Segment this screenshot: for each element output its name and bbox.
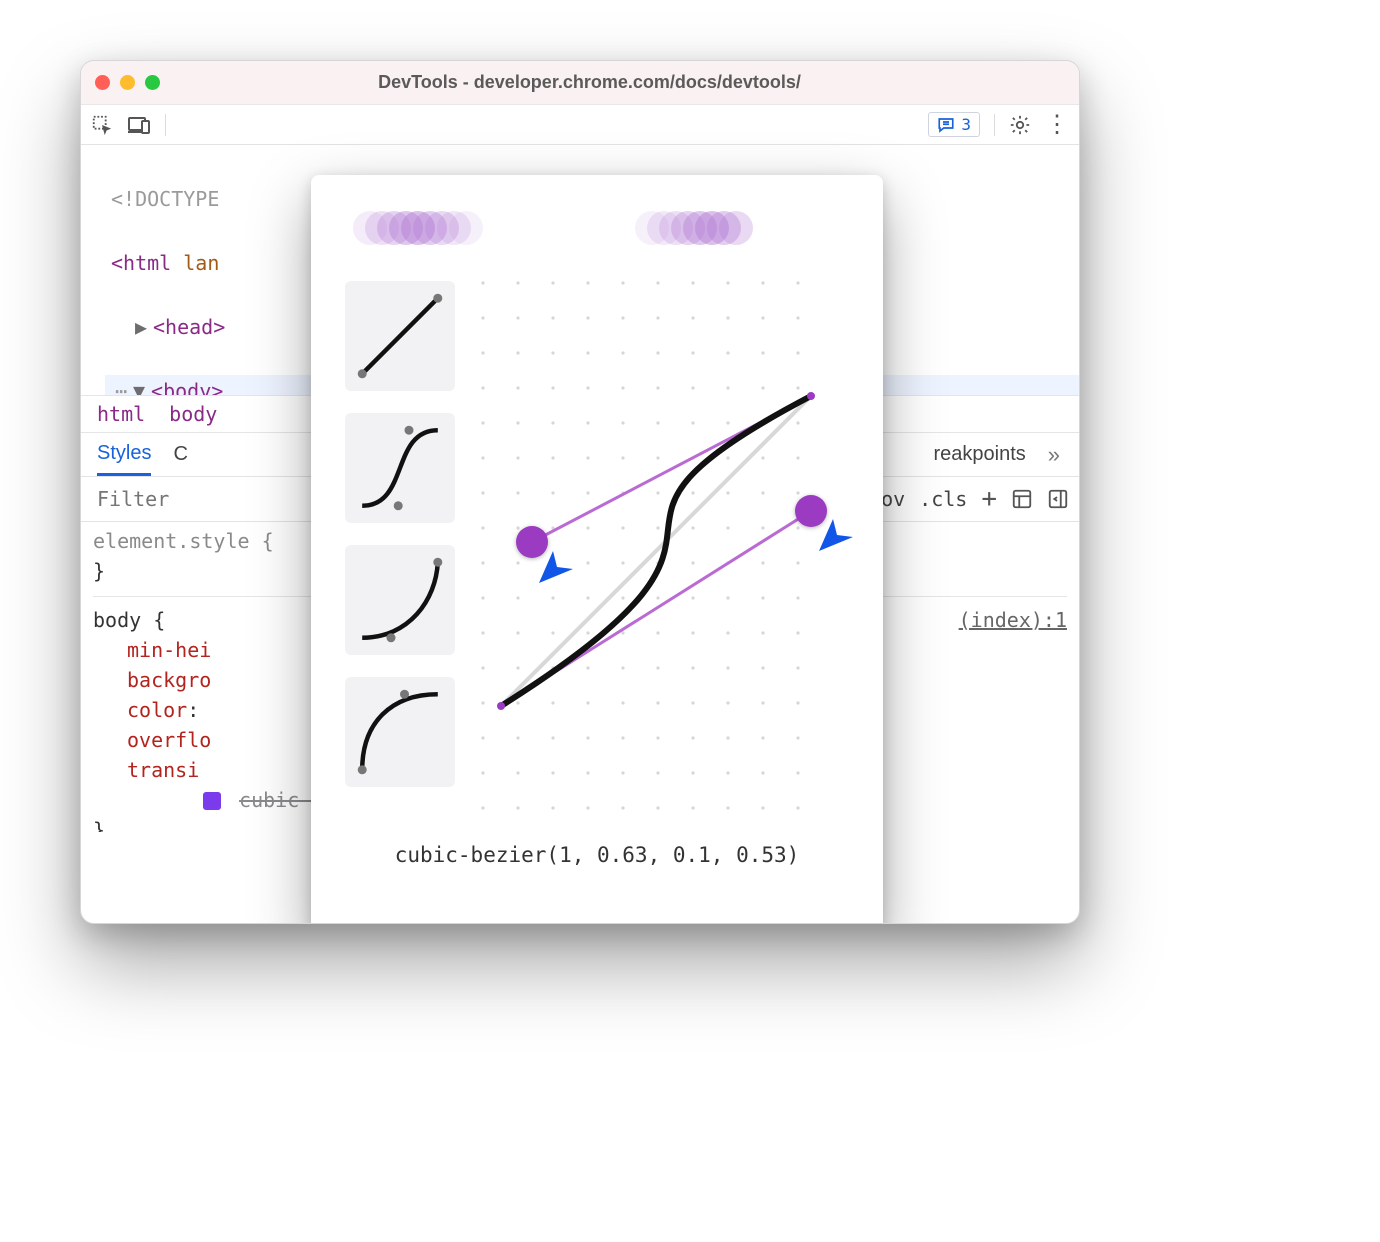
tab-breakpoints[interactable]: reakpoints: [933, 435, 1025, 474]
collapse-icon[interactable]: ▼: [133, 375, 151, 395]
toolbar-divider: [994, 114, 995, 136]
preset-ease-out[interactable]: [345, 677, 455, 787]
source-link[interactable]: (index):1: [959, 605, 1067, 635]
bezier-swatch-icon[interactable]: [203, 792, 221, 810]
titlebar: DevTools - developer.chrome.com/docs/dev…: [81, 61, 1079, 105]
toolbar-divider: [165, 114, 166, 136]
bezier-editor-popover: cubic-bezier(1, 0.63, 0.1, 0.53): [311, 175, 883, 924]
crumb-body[interactable]: body: [169, 402, 217, 426]
inspect-icon[interactable]: [91, 114, 113, 136]
dom-node[interactable]: <body>: [151, 379, 223, 395]
issues-counter[interactable]: 3: [928, 112, 980, 137]
computed-toggle-icon[interactable]: [1011, 488, 1033, 510]
preset-linear[interactable]: [345, 281, 455, 391]
tab-styles[interactable]: Styles: [97, 434, 151, 476]
kebab-icon[interactable]: ⋮: [1045, 110, 1069, 139]
css-prop[interactable]: backgro: [127, 668, 211, 692]
devtools-window: DevTools - developer.chrome.com/docs/dev…: [80, 60, 1080, 924]
window-title: DevTools - developer.chrome.com/docs/dev…: [114, 72, 1065, 93]
cls-button[interactable]: .cls: [919, 487, 967, 511]
preset-ease-in-out[interactable]: [345, 413, 455, 523]
dom-node[interactable]: <!DOCTYPE: [111, 187, 219, 211]
new-rule-icon[interactable]: +: [981, 484, 997, 514]
bezier-presets: [345, 281, 455, 821]
gear-icon[interactable]: [1009, 114, 1031, 136]
close-window-button[interactable]: [95, 75, 110, 90]
rule-selector[interactable]: body: [93, 608, 141, 632]
dom-node[interactable]: <html: [111, 251, 171, 275]
message-icon: [937, 116, 955, 134]
easing-preview: [345, 205, 849, 255]
sidebar-toggle-icon[interactable]: [1047, 488, 1069, 510]
pointer-icon: [535, 547, 575, 587]
css-prop[interactable]: overflo: [127, 728, 211, 752]
tab-computed[interactable]: C: [173, 435, 187, 474]
bezier-canvas[interactable]: [481, 281, 831, 821]
expand-icon[interactable]: ▶: [135, 311, 153, 343]
device-toolbar-icon[interactable]: [127, 115, 151, 135]
css-prop[interactable]: color: [127, 698, 187, 722]
preset-ease-in[interactable]: [345, 545, 455, 655]
main-toolbar: 3 ⋮: [81, 105, 1079, 145]
css-prop[interactable]: transi: [127, 758, 199, 782]
selection-marker: ⋯: [115, 379, 133, 395]
issues-count: 3: [961, 115, 971, 134]
dom-node[interactable]: <head>: [153, 315, 225, 339]
bezier-formula: cubic-bezier(1, 0.63, 0.1, 0.53): [345, 843, 849, 867]
tabs-more-icon[interactable]: »: [1048, 442, 1063, 468]
element-style-selector[interactable]: element.style: [93, 529, 250, 553]
css-prop[interactable]: min-hei: [127, 638, 211, 662]
crumb-html[interactable]: html: [97, 402, 145, 426]
pointer-icon: [815, 515, 855, 555]
